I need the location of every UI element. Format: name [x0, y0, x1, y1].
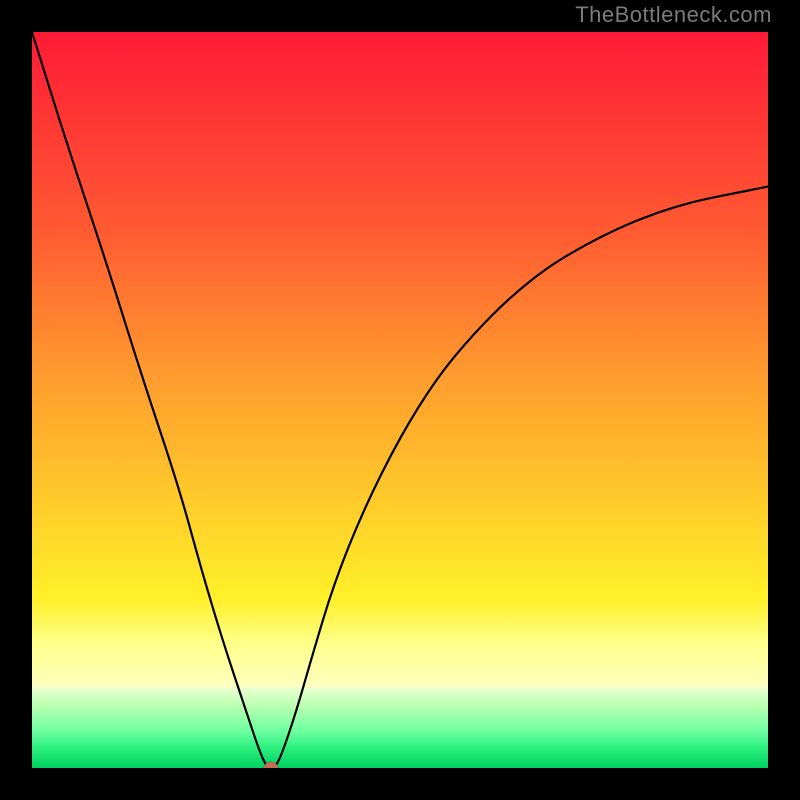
curve-layer [32, 32, 768, 768]
watermark-text: TheBottleneck.com [575, 2, 772, 28]
min-marker [264, 762, 278, 768]
plot-area [32, 32, 768, 768]
bottleneck-curve [32, 32, 768, 768]
chart-frame: TheBottleneck.com [0, 0, 800, 800]
